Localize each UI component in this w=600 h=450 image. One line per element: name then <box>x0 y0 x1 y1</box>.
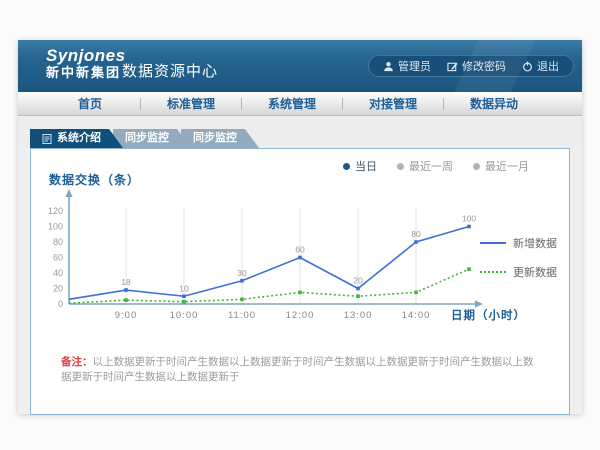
user-icon <box>383 61 394 72</box>
data-point <box>356 294 360 298</box>
y-tick-label: 100 <box>48 222 63 232</box>
change-password-label: 修改密码 <box>462 58 506 74</box>
nav-item-home[interactable]: 首页 <box>40 95 140 112</box>
user-name-label: 管理员 <box>398 58 431 74</box>
radio-label: 当日 <box>355 158 377 174</box>
user-toolbar: 管理员 修改密码 退出 <box>368 55 574 77</box>
document-icon <box>42 134 52 144</box>
page-title: 数据资源中心 <box>122 60 218 81</box>
tab-sync-monitor-1[interactable]: 同步监控 <box>113 129 191 148</box>
legend-label: 更新数据 <box>513 264 557 280</box>
y-tick-label: 60 <box>53 253 63 263</box>
nav-item-system[interactable]: 系统管理 <box>242 95 342 112</box>
y-tick-label: 120 <box>48 206 63 216</box>
radio-label: 最近一月 <box>485 158 529 174</box>
legend-item-new-data[interactable]: 新增数据 <box>480 235 557 251</box>
data-point <box>240 298 244 302</box>
radio-last-month[interactable]: 最近一月 <box>473 158 529 174</box>
y-tick-label: 0 <box>58 299 63 309</box>
edit-icon <box>447 61 458 72</box>
logo-text-en: Synjones <box>46 46 126 66</box>
radio-dot-icon <box>473 163 480 170</box>
x-tick-label: 10:00 <box>170 310 199 321</box>
logout-button[interactable]: 退出 <box>522 58 559 74</box>
footnote-prefix: 备注： <box>61 356 93 368</box>
green-dotted-line-icon <box>480 271 506 273</box>
footnote-text: 以上数据更新于时间产生数据以上数据更新于时间产生数据以上数据更新于时间产生数据以… <box>61 356 534 383</box>
x-tick-label: 14:00 <box>402 310 431 321</box>
chart-legend: 新增数据 更新数据 <box>480 235 557 280</box>
tab-system-intro[interactable]: 系统介绍 <box>30 129 123 148</box>
radio-label: 最近一周 <box>409 158 453 174</box>
y-tick-label: 80 <box>53 237 63 247</box>
x-tick-label: 12:00 <box>286 310 315 321</box>
nav-item-data-change[interactable]: 数据异动 <box>444 95 544 112</box>
x-tick-label: 13:00 <box>344 310 373 321</box>
data-point-label: 30 <box>237 268 247 278</box>
data-point <box>467 225 471 229</box>
radio-last-week[interactable]: 最近一周 <box>397 158 453 174</box>
data-point-label: 60 <box>295 245 305 255</box>
tab-label: 同步监控 <box>193 129 237 148</box>
data-point <box>124 298 128 302</box>
series-line-0 <box>69 227 469 300</box>
data-point <box>124 288 128 292</box>
app-window: Synjones 新中新集团 数据资源中心 管理员 修改密码 退出 <box>18 40 582 414</box>
legend-label: 新增数据 <box>513 235 557 251</box>
y-tick-label: 20 <box>53 284 63 294</box>
data-point <box>182 294 186 298</box>
nav-item-integration[interactable]: 对接管理 <box>343 95 443 112</box>
data-point <box>182 300 186 304</box>
content-spacer <box>18 116 582 129</box>
data-point <box>467 267 471 271</box>
company-logo: Synjones 新中新集团 <box>46 46 126 80</box>
power-icon <box>522 61 533 72</box>
radio-dot-icon <box>397 163 404 170</box>
nav-item-standards[interactable]: 标准管理 <box>141 95 241 112</box>
header: Synjones 新中新集团 数据资源中心 管理员 修改密码 退出 <box>18 40 582 92</box>
blue-line-icon <box>480 242 506 244</box>
x-tick-label: 9:00 <box>115 310 138 321</box>
x-tick-label: 11:00 <box>228 310 256 321</box>
main-nav: 首页 标准管理 系统管理 对接管理 数据异动 <box>18 92 582 116</box>
tab-sync-monitor-2[interactable]: 同步监控 <box>181 129 259 148</box>
tab-label: 同步监控 <box>125 129 169 148</box>
data-point <box>414 291 418 295</box>
tab-label: 系统介绍 <box>57 129 101 148</box>
logo-text-cn: 新中新集团 <box>46 66 126 81</box>
data-point-label: 80 <box>411 229 421 239</box>
data-point-label: 18 <box>121 277 131 287</box>
chart-panel: 当日 最近一周 最近一月 数据交换（条） 0204060801001209:00… <box>30 148 570 415</box>
radio-dot-icon <box>343 163 350 170</box>
data-point-label: 10 <box>179 283 189 293</box>
legend-item-updated-data[interactable]: 更新数据 <box>480 264 557 280</box>
radio-today[interactable]: 当日 <box>343 158 377 174</box>
footnote: 备注：以上数据更新于时间产生数据以上数据更新于时间产生数据以上数据更新于时间产生… <box>61 355 541 384</box>
data-point <box>356 287 360 291</box>
data-point-label: 20 <box>353 276 363 286</box>
current-user-button[interactable]: 管理员 <box>383 58 431 74</box>
y-axis-arrow-icon <box>65 189 72 197</box>
logout-label: 退出 <box>537 58 559 74</box>
tab-bar: 系统介绍 同步监控 同步监控 <box>18 129 582 148</box>
data-point-label: 100 <box>462 214 476 224</box>
data-point <box>298 291 302 295</box>
y-tick-label: 40 <box>53 268 63 278</box>
x-axis-title: 日期（小时） <box>451 307 526 323</box>
data-point <box>414 240 418 244</box>
change-password-button[interactable]: 修改密码 <box>447 58 506 74</box>
data-point <box>298 256 302 260</box>
time-range-selector: 当日 最近一周 最近一月 <box>343 158 529 174</box>
data-point <box>240 279 244 283</box>
